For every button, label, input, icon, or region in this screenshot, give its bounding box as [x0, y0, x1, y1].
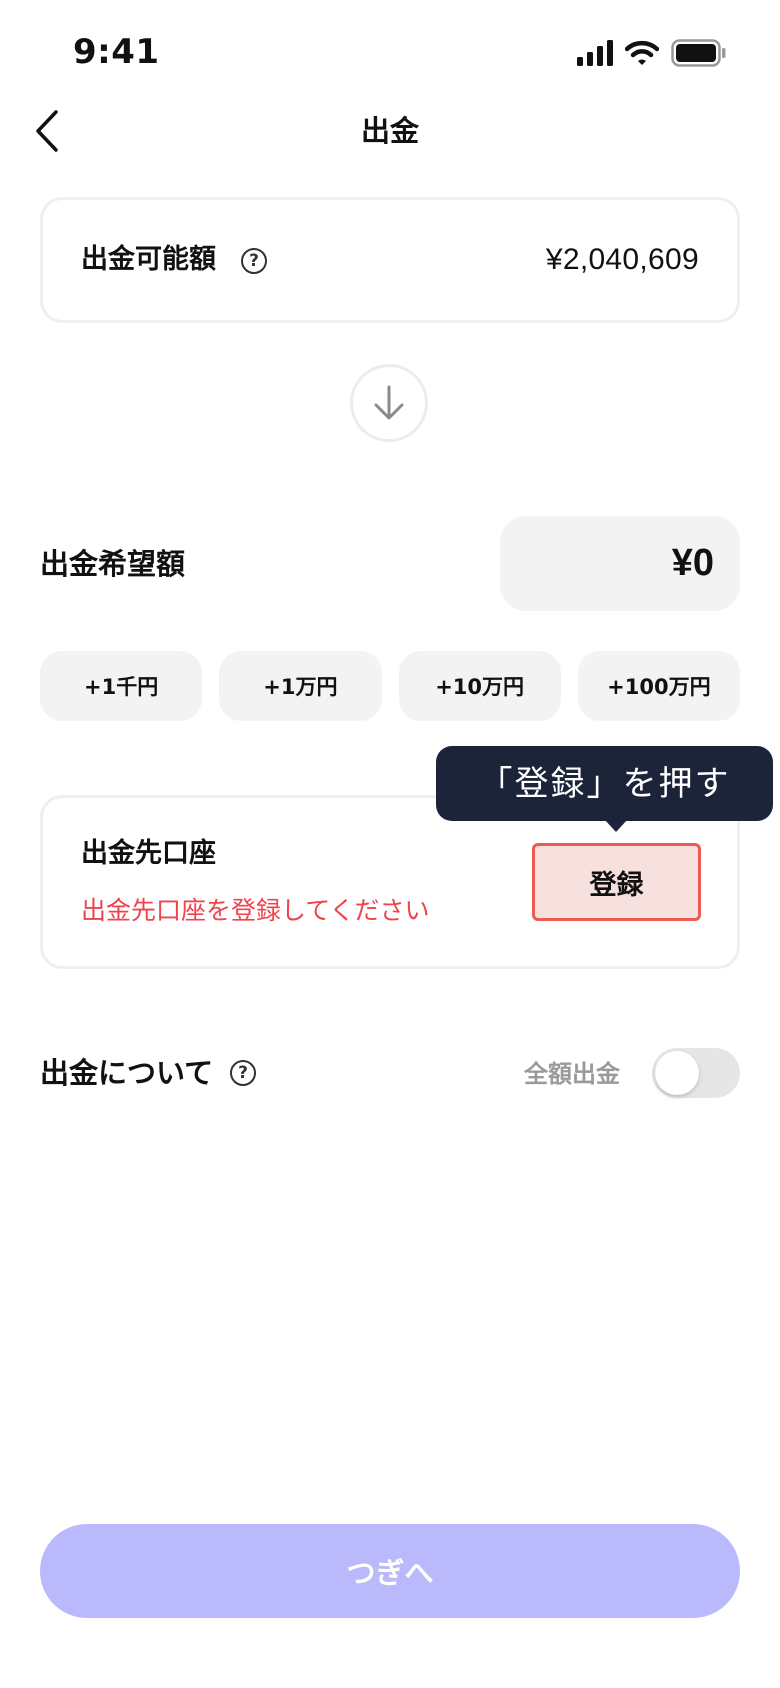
wifi-icon [625, 40, 659, 65]
arrow-down-circle [350, 364, 428, 442]
add-100k-button[interactable]: +10万円 [398, 651, 561, 721]
arrow-down-icon [374, 385, 404, 420]
account-label: 出金先口座 [81, 838, 216, 869]
quick-add-row: +1千円 +1万円 +10万円 +100万円 [40, 651, 740, 721]
account-error-text: 出金先口座を登録してください [81, 896, 430, 925]
register-button[interactable]: 登録 [532, 843, 701, 921]
full-amount-label: 全額出金 [524, 1060, 620, 1088]
page-title: 出金 [360, 114, 419, 148]
desired-amount-input[interactable]: ¥0 [500, 516, 740, 611]
available-amount-value: ¥2,040,609 [545, 243, 699, 276]
add-10k-button[interactable]: +1万円 [219, 651, 382, 721]
signal-icon [577, 40, 613, 66]
add-1m-button[interactable]: +100万円 [577, 651, 740, 721]
toggle-knob [655, 1051, 699, 1095]
help-icon[interactable]: ? [241, 248, 267, 274]
tooltip: 「登録」を押す [436, 746, 773, 821]
desired-amount-label: 出金希望額 [40, 547, 186, 581]
status-icons [577, 36, 727, 70]
status-time: 9:41 [73, 32, 160, 72]
full-amount-toggle[interactable] [652, 1048, 740, 1098]
battery-icon [671, 39, 726, 67]
available-amount-label: 出金可能額 [81, 244, 216, 275]
about-withdrawal-label: 出金について [40, 1056, 214, 1090]
next-button[interactable]: つぎへ [40, 1524, 740, 1618]
add-1k-button[interactable]: +1千円 [40, 651, 203, 721]
tooltip-tail [604, 819, 628, 832]
help-icon[interactable]: ? [230, 1060, 256, 1086]
